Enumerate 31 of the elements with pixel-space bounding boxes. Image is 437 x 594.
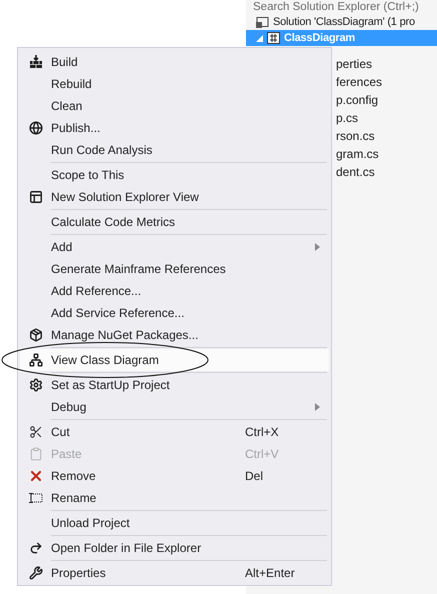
menu-item[interactable]: Cut Ctrl+X <box>20 421 329 443</box>
project-label: ClassDiagram <box>284 32 355 44</box>
menu-item[interactable]: Properties Alt+Enter <box>20 562 329 584</box>
menu-item[interactable]: Remove Del <box>20 465 329 487</box>
menu-item[interactable]: Debug <box>20 396 329 418</box>
menu-item[interactable]: Rename <box>20 487 329 509</box>
tree-item[interactable]: gram.cs <box>336 145 437 163</box>
tree-item[interactable]: perties <box>336 55 437 73</box>
tree-item[interactable]: p.cs <box>336 109 437 127</box>
menu-item[interactable]: Set as StartUp Project <box>20 374 329 396</box>
menu-item[interactable]: Calculate Code Metrics <box>20 211 329 233</box>
menu-item[interactable]: Generate Mainframe References <box>20 258 329 280</box>
menu-item[interactable]: Manage NuGet Packages... <box>20 324 329 346</box>
tree-item[interactable]: ferences <box>336 73 437 91</box>
menu-item[interactable]: Rebuild <box>20 73 329 95</box>
menu-item[interactable]: Build <box>20 51 329 73</box>
tree-item[interactable]: dent.cs <box>336 163 437 181</box>
menu-item[interactable]: Publish... <box>20 117 329 139</box>
menu-item[interactable]: Add Reference... <box>20 280 329 302</box>
menu-item[interactable]: Run Code Analysis <box>20 139 329 161</box>
menu-item[interactable]: View Class Diagram <box>20 349 329 371</box>
menu-item[interactable]: Unload Project <box>20 512 329 534</box>
tree-item[interactable]: rson.cs <box>336 127 437 145</box>
tree-item[interactable]: p.config <box>336 91 437 109</box>
menu-item[interactable]: New Solution Explorer View <box>20 186 329 208</box>
menu-item[interactable]: Scope to This <box>20 164 329 186</box>
menu-item[interactable]: Add <box>20 236 329 258</box>
menu-item[interactable]: Add Service Reference... <box>20 302 329 324</box>
menu-item[interactable]: Clean <box>20 95 329 117</box>
menu-item[interactable]: Open Folder in File Explorer <box>20 537 329 559</box>
solution-label: Solution 'ClassDiagram' (1 pro <box>273 16 415 28</box>
